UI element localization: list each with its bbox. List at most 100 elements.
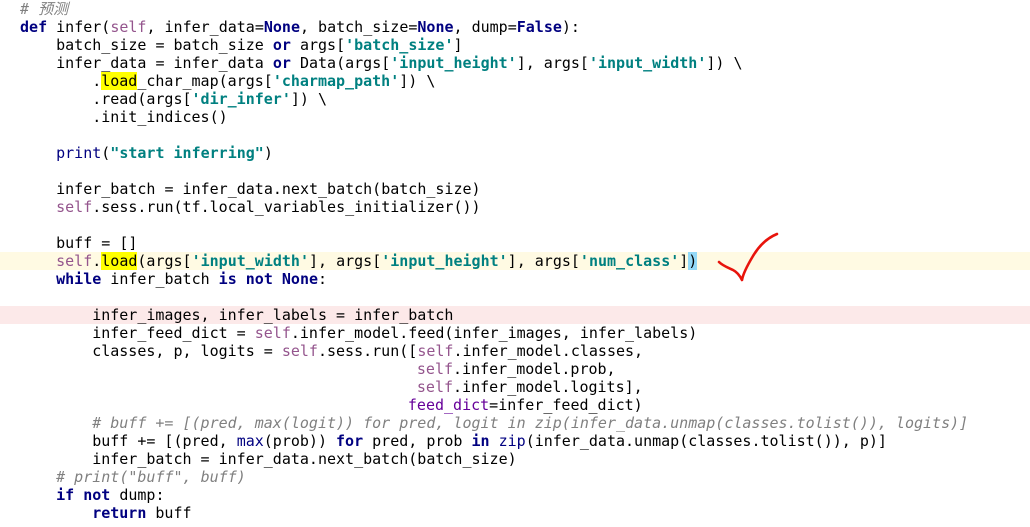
code-token: infer_feed_dict =	[92, 324, 255, 342]
code-token: _char_map(args[	[137, 72, 273, 90]
code-token: 'input_width'	[191, 252, 309, 270]
code-line[interactable]: infer_batch = infer_data.next_batch(batc…	[0, 450, 1030, 468]
code-token: .sess.run([	[317, 342, 418, 360]
code-token: 'input_width'	[588, 54, 707, 72]
code-line[interactable]: self.infer_model.logits],	[0, 378, 1030, 396]
code-token: .	[92, 252, 102, 270]
code-line[interactable]: batch_size = batch_size or args['batch_s…	[0, 36, 1030, 54]
code-line[interactable]: infer_images, infer_labels = infer_batch	[0, 306, 1030, 324]
code-token: buff += [(pred,	[92, 432, 237, 450]
code-token: # buff += [(pred, max(logit)) for pred, …	[92, 414, 969, 432]
code-token: max	[236, 432, 264, 450]
code-token: self	[417, 342, 454, 360]
code-token: infer_batch = infer_data.next_batch(batc…	[56, 180, 481, 198]
code-token: pred, prob	[363, 432, 472, 450]
code-token: print	[56, 144, 102, 162]
code-line[interactable]: classes, p, logits = self.sess.run([self…	[0, 342, 1030, 360]
code-line[interactable]	[0, 288, 1030, 306]
code-line[interactable]: .init_indices()	[0, 108, 1030, 126]
code-token: or	[272, 54, 291, 72]
code-token: 'charmap_path'	[272, 72, 400, 90]
code-token: load	[101, 252, 138, 270]
code-token: .infer_model.logits],	[453, 378, 643, 396]
code-token: dump:	[110, 486, 165, 504]
code-token: , infer_data=	[146, 18, 264, 36]
code-token: ]) \	[399, 72, 436, 90]
code-token: (infer_data.unmap(classes.tolist()), p)]	[525, 432, 887, 450]
code-line[interactable]: def infer(self, infer_data=None, batch_s…	[0, 18, 1030, 36]
code-token: is not None	[218, 270, 319, 288]
code-line[interactable]: while infer_batch is not None:	[0, 270, 1030, 288]
code-token: None	[417, 18, 454, 36]
code-line[interactable]	[0, 162, 1030, 180]
code-line[interactable]: # buff += [(pred, max(logit)) for pred, …	[0, 414, 1030, 432]
code-line[interactable]: buff += [(pred, max(prob)) for pred, pro…	[0, 432, 1030, 450]
code-token: "start inferring"	[110, 144, 264, 162]
code-line[interactable]: infer_batch = infer_data.next_batch(batc…	[0, 180, 1030, 198]
code-token: .	[92, 72, 102, 90]
code-line[interactable]: infer_data = infer_data or Data(args['in…	[0, 54, 1030, 72]
code-line[interactable]: infer_feed_dict = self.infer_model.feed(…	[0, 324, 1030, 342]
code-token: None	[263, 18, 300, 36]
code-token: buff = []	[56, 234, 138, 252]
code-token: ]	[679, 252, 689, 270]
code-line[interactable]: self.load(args['input_width'], args['inp…	[0, 252, 1030, 270]
code-token: ):	[561, 18, 580, 36]
code-token: (	[101, 144, 111, 162]
code-token: self	[416, 360, 454, 378]
code-line[interactable]	[0, 126, 1030, 144]
code-line[interactable]: buff = []	[0, 234, 1030, 252]
code-line[interactable]: self.infer_model.prob,	[0, 360, 1030, 378]
code-line[interactable]: .load_char_map(args['charmap_path']) \	[0, 72, 1030, 90]
code-line[interactable]: # print("buff", buff)	[0, 468, 1030, 486]
code-token: :	[318, 270, 328, 288]
code-line[interactable]: if not dump:	[0, 486, 1030, 504]
code-token: 'num_class'	[579, 252, 680, 270]
code-token: , batch_size=	[300, 18, 418, 36]
code-token: Data(args[	[290, 54, 391, 72]
code-token: False	[516, 18, 562, 36]
code-line[interactable]: self.sess.run(tf.local_variables_initial…	[0, 198, 1030, 216]
code-token: for	[336, 432, 364, 450]
code-token: , dump=	[453, 18, 517, 36]
code-token: in	[471, 432, 490, 450]
code-token: =infer_feed_dict)	[489, 396, 643, 414]
code-token: .init_indices()	[92, 108, 228, 126]
red-checkmark-icon	[717, 232, 779, 282]
code-token: .infer_model.prob,	[453, 360, 616, 378]
code-token: (args[	[137, 252, 192, 270]
code-token: zip	[498, 432, 526, 450]
code-token: load	[101, 72, 138, 90]
code-line[interactable]	[0, 216, 1030, 234]
code-token: self	[281, 342, 318, 360]
code-token: # print("buff", buff)	[56, 468, 246, 486]
code-token: 'input_height'	[390, 54, 517, 72]
code-token: )	[688, 252, 698, 270]
code-token: infer(	[47, 18, 111, 36]
code-token: 'input_height'	[381, 252, 508, 270]
code-token: # 预测	[20, 0, 69, 18]
code-token: ], args[	[507, 252, 580, 270]
code-line[interactable]: return buff	[0, 504, 1030, 522]
code-line[interactable]: .read(args['dir_infer']) \	[0, 90, 1030, 108]
code-token: feed_dict	[407, 396, 490, 414]
code-token: self	[56, 198, 93, 216]
code-token: self	[416, 378, 454, 396]
code-token: infer_data = infer_data	[56, 54, 273, 72]
code-token: infer_batch	[101, 270, 219, 288]
code-editor[interactable]: # 预测 def infer(self, infer_data=None, bat…	[0, 0, 1030, 527]
code-token: infer_batch = infer_data.next_batch(batc…	[92, 450, 517, 468]
code-token: ], args[	[308, 252, 382, 270]
code-token: self	[110, 18, 147, 36]
code-token: args[	[290, 36, 346, 54]
code-token: 'batch_size'	[345, 36, 454, 54]
code-line[interactable]: feed_dict=infer_feed_dict)	[0, 396, 1030, 414]
code-line[interactable]: print("start inferring")	[0, 144, 1030, 162]
code-line[interactable]: # 预测	[0, 0, 1030, 18]
code-token: return	[92, 504, 147, 522]
code-token: ], args[	[516, 54, 589, 72]
code-token: .infer_model.classes,	[453, 342, 644, 360]
code-token: def	[20, 18, 48, 36]
code-token: ]	[453, 36, 463, 54]
